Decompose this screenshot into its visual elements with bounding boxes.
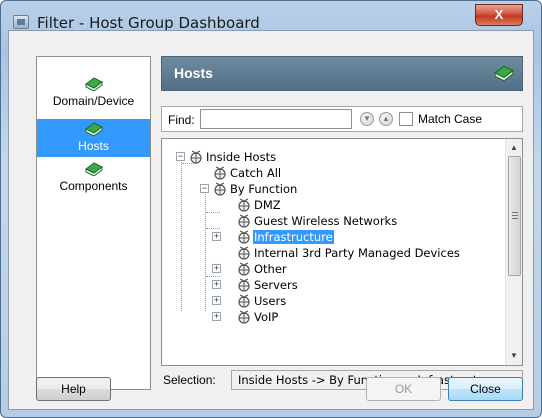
match-case-label: Match Case bbox=[418, 112, 483, 126]
tree-item-inside-hosts[interactable]: − Inside Hosts bbox=[162, 149, 502, 165]
find-next-icon[interactable]: ▲ bbox=[379, 112, 393, 126]
tree-item-label: Inside Hosts bbox=[206, 150, 277, 164]
tree-item-label: Internal 3rd Party Managed Devices bbox=[254, 246, 460, 260]
find-input[interactable] bbox=[200, 109, 352, 129]
tree-item-catch-all[interactable]: Catch All bbox=[162, 165, 502, 181]
app-window-icon bbox=[13, 15, 29, 29]
dialog-client-area: Domain/Device Hosts Components Hosts Fin… bbox=[8, 30, 534, 410]
tree-item-label: Catch All bbox=[230, 166, 282, 180]
scroll-down-icon[interactable]: ▼ bbox=[506, 347, 522, 364]
expand-icon[interactable]: + bbox=[212, 296, 221, 305]
tree-item-label: By Function bbox=[230, 182, 298, 196]
tree-item-label: Users bbox=[254, 294, 287, 308]
tree-item-label: DMZ bbox=[254, 198, 281, 212]
selection-label: Selection: bbox=[163, 373, 216, 387]
tree-item-internal-3rd-party[interactable]: Internal 3rd Party Managed Devices bbox=[162, 245, 502, 261]
scroll-thumb[interactable] bbox=[508, 156, 521, 276]
expand-icon[interactable]: + bbox=[212, 280, 221, 289]
help-button[interactable]: Help bbox=[36, 377, 111, 401]
tree-item-other[interactable]: + Other bbox=[162, 261, 502, 277]
book-icon bbox=[84, 77, 103, 91]
ok-button[interactable]: OK bbox=[366, 377, 441, 401]
tree-item-label: Other bbox=[254, 262, 287, 276]
book-icon bbox=[494, 65, 514, 84]
tree-item-dmz[interactable]: DMZ bbox=[162, 197, 502, 213]
tree-item-servers[interactable]: + Servers bbox=[162, 277, 502, 293]
collapse-icon[interactable]: − bbox=[176, 152, 185, 161]
expand-icon[interactable]: + bbox=[212, 264, 221, 273]
expand-icon[interactable]: + bbox=[212, 312, 221, 321]
grip-icon bbox=[512, 212, 518, 219]
tree-item-infrastructure[interactable]: + Infrastructure bbox=[162, 229, 502, 245]
tree-item-label: VoIP bbox=[254, 310, 279, 324]
expand-icon[interactable]: + bbox=[212, 232, 221, 241]
find-previous-icon[interactable]: ▼ bbox=[360, 112, 374, 126]
tree-item-label: Guest Wireless Networks bbox=[254, 214, 398, 228]
nav-item-label: Domain/Device bbox=[52, 94, 135, 108]
close-button[interactable]: Close bbox=[448, 377, 523, 401]
match-case-checkbox[interactable] bbox=[399, 112, 413, 126]
nav-item-components[interactable]: Components bbox=[37, 162, 150, 202]
book-icon bbox=[84, 162, 103, 176]
tree-item-label: Servers bbox=[254, 278, 298, 292]
tree-item-voip[interactable]: + VoIP bbox=[162, 309, 502, 325]
tree-item-by-function[interactable]: − By Function bbox=[162, 181, 502, 197]
nav-item-hosts[interactable]: Hosts bbox=[37, 119, 150, 157]
section-header: Hosts bbox=[161, 56, 523, 91]
host-group-icon bbox=[237, 310, 251, 327]
tree-item-guest-wireless-networks[interactable]: Guest Wireless Networks bbox=[162, 213, 502, 229]
find-label: Find: bbox=[168, 113, 195, 127]
nav-item-label: Components bbox=[59, 179, 128, 193]
tree-item-users[interactable]: + Users bbox=[162, 293, 502, 309]
host-group-tree[interactable]: − Inside Hosts Catch All − By Function D… bbox=[161, 138, 523, 366]
tree-item-label: Infrastructure bbox=[253, 230, 334, 244]
category-nav: Domain/Device Hosts Components bbox=[36, 56, 151, 390]
find-bar: Find: ▼ ▲ Match Case bbox=[161, 106, 523, 132]
tree-scrollbar[interactable]: ▲ ▼ bbox=[505, 139, 522, 365]
section-title: Hosts bbox=[174, 65, 213, 81]
scroll-up-icon[interactable]: ▲ bbox=[506, 139, 522, 156]
book-icon bbox=[84, 122, 103, 136]
nav-item-label: Hosts bbox=[78, 139, 109, 153]
window-close-button[interactable]: X bbox=[475, 4, 523, 26]
collapse-icon[interactable]: − bbox=[200, 184, 209, 193]
